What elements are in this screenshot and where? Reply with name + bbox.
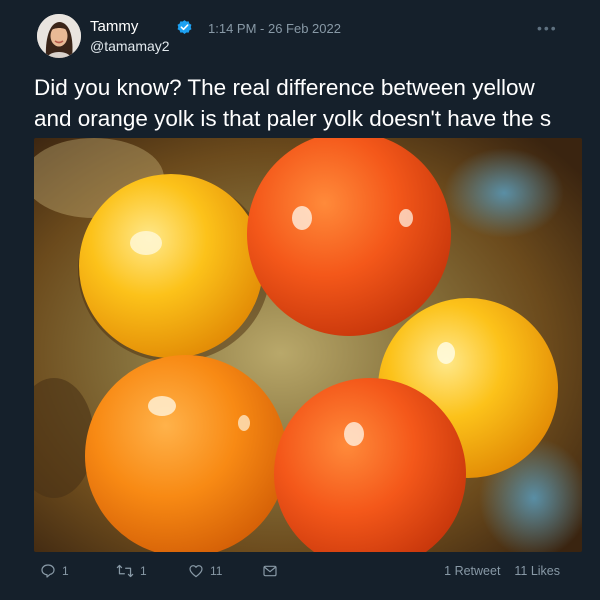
verified-badge-icon xyxy=(177,20,192,34)
engagement-stats: 1 Retweet 11 Likes xyxy=(444,564,560,578)
like-stat-label[interactable]: Likes xyxy=(531,564,560,578)
amber-yolk xyxy=(85,355,287,552)
tweet-actions-bar: 1 1 11 1 Retweet 11 Likes xyxy=(0,556,600,588)
retweet-stat-count[interactable]: 1 xyxy=(444,564,451,578)
tweet-text-line: Did you know? The real difference betwee… xyxy=(34,75,535,100)
tweet-header: Tammy 1:14 PM - 26 Feb 2022 @tamamay2 ••… xyxy=(0,0,600,66)
display-name[interactable]: Tammy xyxy=(90,18,138,35)
retweet-button[interactable]: 1 xyxy=(116,560,147,582)
like-stat-count[interactable]: 11 xyxy=(514,564,527,578)
like-count: 11 xyxy=(210,564,223,578)
like-button[interactable]: 11 xyxy=(188,560,222,582)
egg-yolks-photo xyxy=(34,138,582,552)
retweet-icon xyxy=(116,564,134,578)
person-avatar-icon xyxy=(37,14,81,58)
orange-yolk xyxy=(247,138,451,336)
reply-button[interactable]: 1 xyxy=(40,560,69,582)
envelope-icon xyxy=(263,565,277,577)
heart-icon xyxy=(189,565,203,578)
avatar[interactable] xyxy=(37,14,81,58)
tweet-text-line: and orange yolk is that paler yolk doesn… xyxy=(34,106,552,131)
retweet-stat-label[interactable]: Retweet xyxy=(455,564,501,578)
reply-icon xyxy=(41,564,55,578)
tweet-text: Did you know? The real difference betwee… xyxy=(34,72,594,134)
yellow-yolk xyxy=(79,174,263,358)
reply-count: 1 xyxy=(62,564,69,578)
tweet-timestamp[interactable]: 1:14 PM - 26 Feb 2022 xyxy=(208,21,341,36)
tweet-media-image[interactable] xyxy=(34,138,582,552)
more-options-icon[interactable]: ••• xyxy=(537,20,558,36)
retweet-count: 1 xyxy=(140,564,147,578)
direct-message-button[interactable] xyxy=(262,560,284,582)
user-handle[interactable]: @tamamay2 xyxy=(90,38,170,54)
